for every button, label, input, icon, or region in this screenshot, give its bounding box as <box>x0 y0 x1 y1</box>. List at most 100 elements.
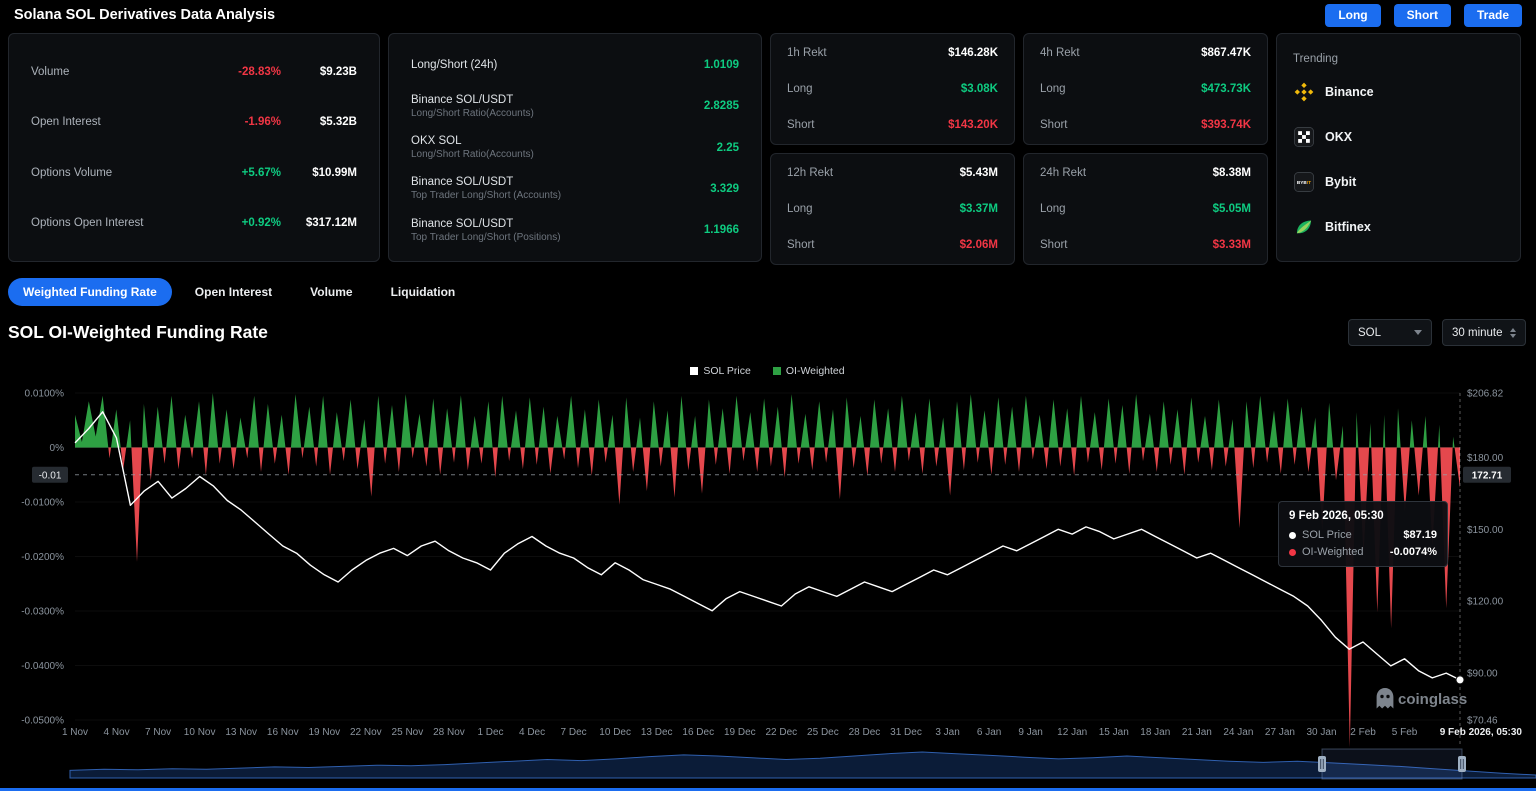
ratio-sublabel: Top Trader Long/Short (Positions) <box>411 232 561 243</box>
trending-title: Trending <box>1293 53 1504 65</box>
rekt-short-value: $143.20K <box>948 119 998 131</box>
x-axis-label: 7 Nov <box>145 727 171 738</box>
navigator-handle-left <box>1318 756 1326 772</box>
x-axis-label: 2 Feb <box>1350 727 1376 738</box>
x-axis-label: 15 Jan <box>1099 727 1129 738</box>
x-axis-label: 6 Jan <box>977 727 1001 738</box>
x-axis-label: 5 Feb <box>1392 727 1418 738</box>
funding-rate-chart[interactable]: 0.0100%0%-0.0100%-0.0200%-0.0300%-0.0400… <box>0 355 1536 791</box>
rekt-short-value: $2.06M <box>960 239 998 251</box>
chart-section-header: SOL OI-Weighted Funding Rate SOL 30 minu… <box>0 306 1536 346</box>
ratio-value: 3.329 <box>710 183 739 195</box>
x-axis-label: 7 Dec <box>561 727 587 738</box>
symbol-select[interactable]: SOL <box>1348 319 1432 346</box>
x-axis-label: 13 Nov <box>225 727 257 738</box>
trade-button[interactable]: Trade <box>1464 4 1522 27</box>
section-title: SOL OI-Weighted Funding Rate <box>8 322 268 343</box>
oi-weighted-dot-icon <box>1289 549 1296 556</box>
trending-exchange-name: OKX <box>1325 130 1352 144</box>
ratio-row: Long/Short (24h) 1.0109 <box>411 44 739 85</box>
ratio-label: Long/Short (24h) <box>411 59 497 71</box>
tooltip-row-oi-weighted: OI-Weighted -0.0074% <box>1289 546 1437 558</box>
long-button[interactable]: Long <box>1325 4 1380 27</box>
rekt-24h-card: 24h Rekt$8.38M Long$5.05M Short$3.33M <box>1023 153 1268 265</box>
stats-row: Volume -28.83% $9.23B Open Interest -1.9… <box>0 30 1536 262</box>
trending-item-bitfinex[interactable]: Bitfinex <box>1293 204 1504 249</box>
price-axis-label: $90.00 <box>1467 669 1498 680</box>
chevron-down-icon <box>1414 330 1422 335</box>
x-axis-label: 18 Jan <box>1140 727 1170 738</box>
tooltip-row-sol-price: SOL Price $87.19 <box>1289 529 1437 541</box>
legend-label: OI-Weighted <box>786 365 845 377</box>
funding-rate-chart-svg[interactable]: 0.0100%0%-0.0100%-0.0200%-0.0300%-0.0400… <box>0 355 1536 791</box>
rekt-total-value: $8.38M <box>1213 167 1251 179</box>
funding-axis-label: 0.0100% <box>25 389 65 400</box>
ratio-value: 2.25 <box>717 142 739 154</box>
short-button[interactable]: Short <box>1394 4 1451 27</box>
interval-select[interactable]: 30 minute <box>1442 319 1526 346</box>
stat-value: $317.12M <box>281 217 357 229</box>
bitfinex-leaf-icon <box>1293 216 1315 238</box>
symbol-select-value: SOL <box>1358 327 1381 339</box>
binance-icon <box>1293 81 1315 103</box>
x-axis-label: 16 Nov <box>267 727 299 738</box>
trending-panel: Trending Binance OKX BYB!T Bybit Bitfine… <box>1276 33 1521 262</box>
price-axis-label: $120.00 <box>1467 597 1504 608</box>
price-axis-label: $70.46 <box>1467 716 1498 727</box>
trending-item-bybit[interactable]: BYB!T Bybit <box>1293 160 1504 205</box>
x-axis-label: 13 Dec <box>641 727 673 738</box>
trending-item-okx[interactable]: OKX <box>1293 115 1504 160</box>
funding-axis-label: -0.0400% <box>21 661 64 672</box>
rekt-4h-card: 4h Rekt$867.47K Long$473.73K Short$393.7… <box>1023 33 1268 145</box>
trending-item-binance[interactable]: Binance <box>1293 70 1504 115</box>
legend-label: SOL Price <box>703 365 750 377</box>
legend-sol-price[interactable]: SOL Price <box>690 365 750 377</box>
rekt-12h-card: 12h Rekt$5.43M Long$3.37M Short$2.06M <box>770 153 1015 265</box>
funding-axis-label: -0.0300% <box>21 607 64 618</box>
price-axis-label: $180.00 <box>1467 453 1504 464</box>
tab-weighted-funding-rate[interactable]: Weighted Funding Rate <box>8 278 172 306</box>
rekt-short-value: $393.74K <box>1201 119 1251 131</box>
bybit-icon: BYB!T <box>1293 171 1315 193</box>
rekt-long-value: $3.08K <box>961 83 998 95</box>
ratio-row: OKX SOL Long/Short Ratio(Accounts) 2.25 <box>411 127 739 168</box>
rekt-total-value: $867.47K <box>1201 47 1251 59</box>
navigator-handle-right <box>1458 756 1466 772</box>
rekt-total-value: $146.28K <box>948 47 998 59</box>
x-axis-label: 4 Dec <box>519 727 545 738</box>
x-axis-label: 28 Nov <box>433 727 465 738</box>
x-axis-label: 28 Dec <box>849 727 881 738</box>
x-axis-label: 19 Dec <box>724 727 756 738</box>
rekt-short-label: Short <box>787 239 815 251</box>
rekt-long-label: Long <box>1040 203 1066 215</box>
legend-oi-weighted[interactable]: OI-Weighted <box>773 365 845 377</box>
tab-volume[interactable]: Volume <box>295 278 367 306</box>
stat-value: $9.23B <box>281 66 357 78</box>
x-axis-label: 16 Dec <box>682 727 714 738</box>
stat-change: -28.83% <box>221 66 281 78</box>
rekt-long-value: $3.37M <box>960 203 998 215</box>
stat-value: $5.32B <box>281 116 357 128</box>
x-axis-label: 21 Jan <box>1182 727 1212 738</box>
stat-label: Volume <box>31 66 69 78</box>
rekt-long-value: $5.05M <box>1213 203 1251 215</box>
page-header: Solana SOL Derivatives Data Analysis Lon… <box>0 0 1536 30</box>
chart-legend: SOL Price OI-Weighted <box>75 365 1460 377</box>
x-axis-label: 10 Nov <box>184 727 216 738</box>
rekt-short-label: Short <box>1040 239 1068 251</box>
rekt-period-label: 24h Rekt <box>1040 167 1086 179</box>
tab-liquidation[interactable]: Liquidation <box>376 278 471 306</box>
x-axis-label: 10 Dec <box>599 727 631 738</box>
rekt-long-label: Long <box>1040 83 1066 95</box>
ratio-label: OKX SOL <box>411 135 534 147</box>
trending-exchange-name: Bybit <box>1325 175 1356 189</box>
x-axis-label: 12 Jan <box>1057 727 1087 738</box>
price-dot <box>1456 676 1464 684</box>
x-axis-label: 1 Dec <box>477 727 503 738</box>
x-axis-label: 3 Jan <box>935 727 959 738</box>
coinglass-watermark: coinglass <box>1377 688 1468 709</box>
rekt-short-label: Short <box>1040 119 1068 131</box>
rekt-total-value: $5.43M <box>960 167 998 179</box>
stat-row-volume: Volume -28.83% $9.23B <box>31 47 357 97</box>
tab-open-interest[interactable]: Open Interest <box>180 278 287 306</box>
